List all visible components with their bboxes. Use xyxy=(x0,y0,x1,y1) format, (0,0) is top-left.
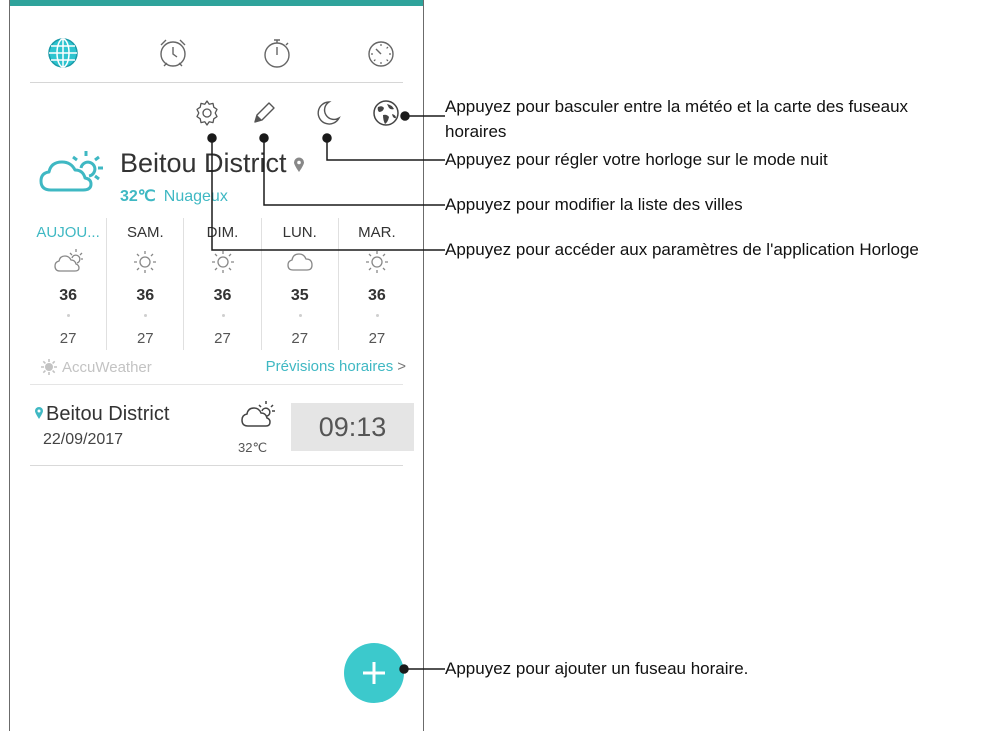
callout-settings: Appuyez pour accéder aux paramètres de l… xyxy=(445,240,919,259)
callout-map-toggle: Appuyez pour basculer entre la météo et … xyxy=(445,97,909,141)
callout-night-mode: Appuyez pour régler votre horloge sur le… xyxy=(445,150,828,169)
callout-add-timezone: Appuyez pour ajouter un fuseau horaire. xyxy=(445,659,749,678)
callout-edit-cities: Appuyez pour modifier la liste des ville… xyxy=(445,195,743,214)
